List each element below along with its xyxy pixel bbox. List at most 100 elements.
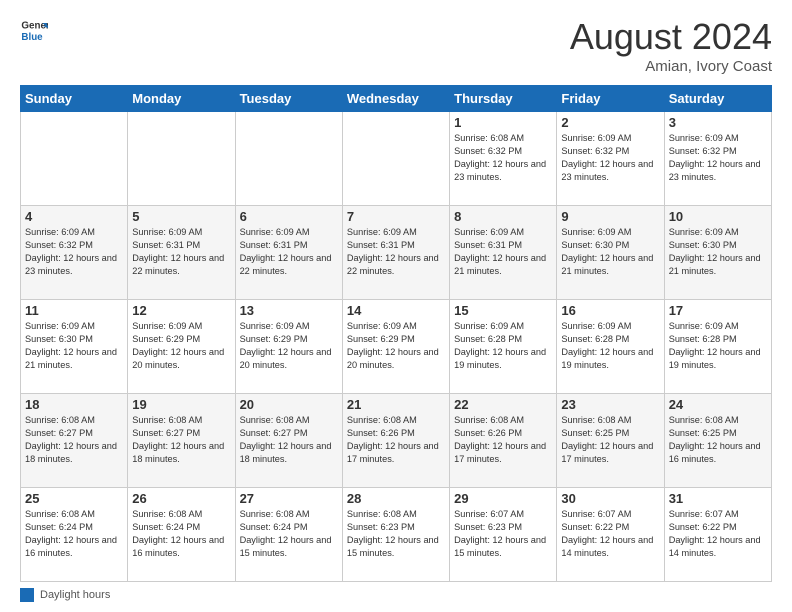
calendar-cell xyxy=(342,112,449,206)
day-number: 26 xyxy=(132,491,230,506)
day-number: 21 xyxy=(347,397,445,412)
day-number: 31 xyxy=(669,491,767,506)
calendar-cell: 23Sunrise: 6:08 AM Sunset: 6:25 PM Dayli… xyxy=(557,394,664,488)
day-number: 17 xyxy=(669,303,767,318)
calendar-week-5: 25 Sunrise: 6:08 AM Sunset: 6:24 PM Dayli… xyxy=(21,488,772,582)
calendar-header-friday: Friday xyxy=(557,86,664,112)
day-info: Sunrise: 6:09 AM Sunset: 6:32 PM Dayligh… xyxy=(561,132,659,184)
calendar-cell: 17 Sunrise: 6:09 AM Sunset: 6:28 PM Dayli… xyxy=(664,300,771,394)
day-number: 29 xyxy=(454,491,552,506)
day-number: 14 xyxy=(347,303,445,318)
title-block: August 2024 Amian, Ivory Coast xyxy=(570,16,772,75)
calendar-cell: 10 Sunrise: 6:09 AM Sunset: 6:30 PM Dayli… xyxy=(664,206,771,300)
calendar-header-sunday: Sunday xyxy=(21,86,128,112)
calendar-cell: 21 Sunrise: 6:08 AM Sunset: 6:26 PM Dayli… xyxy=(342,394,449,488)
calendar-table: SundayMondayTuesdayWednesdayThursdayFrid… xyxy=(20,85,772,582)
calendar-cell: 29 Sunrise: 6:07 AM Sunset: 6:23 PM Dayli… xyxy=(450,488,557,582)
day-info: Sunrise: 6:08 AM Sunset: 6:26 PM Dayligh… xyxy=(454,414,552,466)
day-info: Sunrise: 6:09 AM Sunset: 6:28 PM Dayligh… xyxy=(454,320,552,372)
day-info: Sunrise: 6:09 AM Sunset: 6:31 PM Dayligh… xyxy=(347,226,445,278)
day-info: Sunrise: 6:09 AM Sunset: 6:31 PM Dayligh… xyxy=(454,226,552,278)
day-info: Sunrise: 6:09 AM Sunset: 6:31 PM Dayligh… xyxy=(132,226,230,278)
day-number: 23 xyxy=(561,397,659,412)
day-info: Sunrise: 6:09 AM Sunset: 6:30 PM Dayligh… xyxy=(561,226,659,278)
calendar-cell: 22Sunrise: 6:08 AM Sunset: 6:26 PM Dayli… xyxy=(450,394,557,488)
day-info: Sunrise: 6:09 AM Sunset: 6:30 PM Dayligh… xyxy=(25,320,123,372)
calendar-cell: 16 Sunrise: 6:09 AM Sunset: 6:28 PM Dayli… xyxy=(557,300,664,394)
day-number: 12 xyxy=(132,303,230,318)
day-number: 25 xyxy=(25,491,123,506)
day-info: Sunrise: 6:07 AM Sunset: 6:22 PM Dayligh… xyxy=(669,508,767,560)
day-number: 3 xyxy=(669,115,767,130)
day-info: Sunrise: 6:08 AM Sunset: 6:27 PM Dayligh… xyxy=(240,414,338,466)
calendar-week-2: 4Sunrise: 6:09 AM Sunset: 6:32 PM Daylig… xyxy=(21,206,772,300)
day-info: Sunrise: 6:09 AM Sunset: 6:31 PM Dayligh… xyxy=(240,226,338,278)
calendar-cell: 20Sunrise: 6:08 AM Sunset: 6:27 PM Dayli… xyxy=(235,394,342,488)
logo: General Blue xyxy=(20,16,48,44)
day-number: 19 xyxy=(132,397,230,412)
calendar-cell: 1 Sunrise: 6:08 AM Sunset: 6:32 PM Daylig… xyxy=(450,112,557,206)
day-number: 4 xyxy=(25,209,123,224)
legend-color-box xyxy=(20,588,34,602)
calendar-cell: 30 Sunrise: 6:07 AM Sunset: 6:22 PM Dayli… xyxy=(557,488,664,582)
day-number: 16 xyxy=(561,303,659,318)
calendar-cell: 7Sunrise: 6:09 AM Sunset: 6:31 PM Daylig… xyxy=(342,206,449,300)
day-info: Sunrise: 6:09 AM Sunset: 6:30 PM Dayligh… xyxy=(669,226,767,278)
calendar-cell: 28 Sunrise: 6:08 AM Sunset: 6:23 PM Dayli… xyxy=(342,488,449,582)
page: General Blue August 2024 Amian, Ivory Co… xyxy=(0,0,792,612)
day-info: Sunrise: 6:08 AM Sunset: 6:24 PM Dayligh… xyxy=(240,508,338,560)
day-number: 28 xyxy=(347,491,445,506)
day-number: 2 xyxy=(561,115,659,130)
calendar-cell: 18Sunrise: 6:08 AM Sunset: 6:27 PM Dayli… xyxy=(21,394,128,488)
legend: Daylight hours xyxy=(20,588,772,602)
header: General Blue August 2024 Amian, Ivory Co… xyxy=(20,16,772,75)
day-info: Sunrise: 6:07 AM Sunset: 6:23 PM Dayligh… xyxy=(454,508,552,560)
day-number: 24 xyxy=(669,397,767,412)
day-number: 6 xyxy=(240,209,338,224)
day-info: Sunrise: 6:08 AM Sunset: 6:24 PM Dayligh… xyxy=(132,508,230,560)
calendar-cell: 12Sunrise: 6:09 AM Sunset: 6:29 PM Dayli… xyxy=(128,300,235,394)
calendar-cell: 3 Sunrise: 6:09 AM Sunset: 6:32 PM Daylig… xyxy=(664,112,771,206)
calendar-cell: 4Sunrise: 6:09 AM Sunset: 6:32 PM Daylig… xyxy=(21,206,128,300)
month-title: August 2024 xyxy=(570,16,772,58)
day-info: Sunrise: 6:08 AM Sunset: 6:27 PM Dayligh… xyxy=(132,414,230,466)
day-number: 1 xyxy=(454,115,552,130)
day-info: Sunrise: 6:09 AM Sunset: 6:32 PM Dayligh… xyxy=(669,132,767,184)
calendar-cell: 11 Sunrise: 6:09 AM Sunset: 6:30 PM Dayli… xyxy=(21,300,128,394)
day-info: Sunrise: 6:08 AM Sunset: 6:27 PM Dayligh… xyxy=(25,414,123,466)
calendar-week-4: 18Sunrise: 6:08 AM Sunset: 6:27 PM Dayli… xyxy=(21,394,772,488)
calendar-cell xyxy=(128,112,235,206)
calendar-cell: 8Sunrise: 6:09 AM Sunset: 6:31 PM Daylig… xyxy=(450,206,557,300)
calendar-cell: 15 Sunrise: 6:09 AM Sunset: 6:28 PM Dayli… xyxy=(450,300,557,394)
calendar-cell: 9Sunrise: 6:09 AM Sunset: 6:30 PM Daylig… xyxy=(557,206,664,300)
day-info: Sunrise: 6:08 AM Sunset: 6:23 PM Dayligh… xyxy=(347,508,445,560)
calendar-header-thursday: Thursday xyxy=(450,86,557,112)
calendar-cell: 31 Sunrise: 6:07 AM Sunset: 6:22 PM Dayli… xyxy=(664,488,771,582)
calendar-cell: 13Sunrise: 6:09 AM Sunset: 6:29 PM Dayli… xyxy=(235,300,342,394)
calendar-header-saturday: Saturday xyxy=(664,86,771,112)
day-number: 27 xyxy=(240,491,338,506)
svg-text:Blue: Blue xyxy=(21,32,43,43)
day-info: Sunrise: 6:09 AM Sunset: 6:28 PM Dayligh… xyxy=(669,320,767,372)
calendar-cell: 25 Sunrise: 6:08 AM Sunset: 6:24 PM Dayli… xyxy=(21,488,128,582)
day-info: Sunrise: 6:07 AM Sunset: 6:22 PM Dayligh… xyxy=(561,508,659,560)
day-info: Sunrise: 6:08 AM Sunset: 6:26 PM Dayligh… xyxy=(347,414,445,466)
calendar-cell: 14 Sunrise: 6:09 AM Sunset: 6:29 PM Dayli… xyxy=(342,300,449,394)
legend-label: Daylight hours xyxy=(40,589,110,601)
day-number: 15 xyxy=(454,303,552,318)
location-subtitle: Amian, Ivory Coast xyxy=(570,58,772,75)
day-number: 10 xyxy=(669,209,767,224)
calendar-cell: 2 Sunrise: 6:09 AM Sunset: 6:32 PM Daylig… xyxy=(557,112,664,206)
calendar-week-3: 11 Sunrise: 6:09 AM Sunset: 6:30 PM Dayli… xyxy=(21,300,772,394)
day-info: Sunrise: 6:08 AM Sunset: 6:24 PM Dayligh… xyxy=(25,508,123,560)
day-info: Sunrise: 6:09 AM Sunset: 6:28 PM Dayligh… xyxy=(561,320,659,372)
calendar-cell: 5Sunrise: 6:09 AM Sunset: 6:31 PM Daylig… xyxy=(128,206,235,300)
day-number: 11 xyxy=(25,303,123,318)
day-number: 13 xyxy=(240,303,338,318)
calendar-cell: 26 Sunrise: 6:08 AM Sunset: 6:24 PM Dayli… xyxy=(128,488,235,582)
day-number: 30 xyxy=(561,491,659,506)
calendar-header-tuesday: Tuesday xyxy=(235,86,342,112)
day-info: Sunrise: 6:08 AM Sunset: 6:32 PM Dayligh… xyxy=(454,132,552,184)
day-info: Sunrise: 6:09 AM Sunset: 6:29 PM Dayligh… xyxy=(347,320,445,372)
calendar-header-row: SundayMondayTuesdayWednesdayThursdayFrid… xyxy=(21,86,772,112)
